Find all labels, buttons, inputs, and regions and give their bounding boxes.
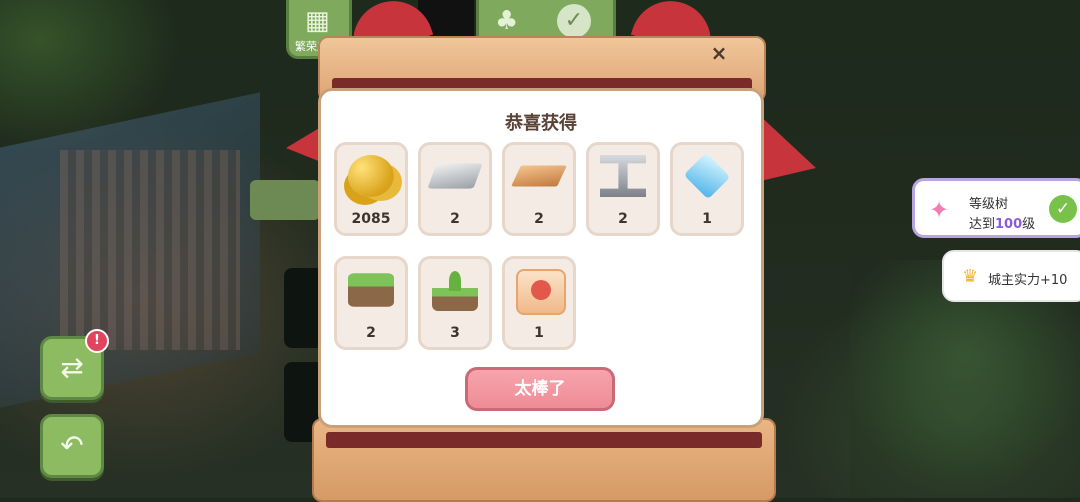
city-power-notification: ♛ 城主实力+10 <box>942 250 1080 302</box>
reward-item[interactable]: 1 <box>670 142 744 236</box>
close-icon[interactable]: × <box>708 42 730 64</box>
building-icon: ▦ <box>305 6 330 36</box>
reward-item[interactable]: 1 <box>502 256 576 350</box>
alert-badge: ! <box>85 329 109 353</box>
back-arrow-icon: ↶ <box>60 429 84 462</box>
reward-item[interactable]: 2 <box>586 142 660 236</box>
reward-count: 2 <box>618 211 628 227</box>
i-beam-icon <box>600 155 646 197</box>
reward-item[interactable]: 2085 <box>334 142 408 236</box>
grass-block-icon <box>348 273 394 307</box>
reward-count: 1 <box>534 325 544 341</box>
dialog-title: 恭喜获得 <box>505 113 577 134</box>
city-power-text: 城主实力+10 <box>988 273 1068 288</box>
reward-count: 2 <box>450 211 460 227</box>
tree-icon: ♣ <box>495 6 519 36</box>
check-icon: ✓ <box>557 4 591 38</box>
sprout-block-icon <box>432 269 478 311</box>
reward-count: 2 <box>534 211 544 227</box>
gold-coins-icon <box>348 155 394 197</box>
reward-item[interactable]: 2 <box>334 256 408 350</box>
star-wings-icon: ✦ <box>929 196 950 224</box>
gift-box-base <box>312 418 776 502</box>
level-value: 100 <box>995 217 1023 232</box>
reward-count: 2 <box>366 325 376 341</box>
check-icon: ✓ <box>1049 195 1077 223</box>
notif-detail: 达到100级 <box>969 217 1036 232</box>
wood-plank-icon <box>511 165 567 187</box>
reward-count: 1 <box>702 211 712 227</box>
reward-item[interactable]: 2 <box>502 142 576 236</box>
level-tree-notification: ✦ 等级树 达到100级 ✓ <box>912 178 1080 238</box>
reward-item[interactable]: 3 <box>418 256 492 350</box>
ice-cube-icon <box>683 152 731 200</box>
confirm-button[interactable]: 太棒了 <box>465 367 615 411</box>
reward-count: 3 <box>450 325 460 341</box>
trade-button[interactable]: ⇄ ! <box>40 329 109 400</box>
coupon-ticket-icon <box>516 269 566 315</box>
crown-icon: ♛ <box>962 266 979 287</box>
reward-item[interactable]: 2 <box>418 142 492 236</box>
building-cluster <box>60 150 240 350</box>
notif-title: 等级树 <box>969 197 1009 212</box>
back-button[interactable]: ↶ <box>40 414 104 478</box>
bg-panel-edge <box>250 180 320 220</box>
steel-bar-icon <box>427 163 483 189</box>
reward-count: 2085 <box>351 211 391 227</box>
